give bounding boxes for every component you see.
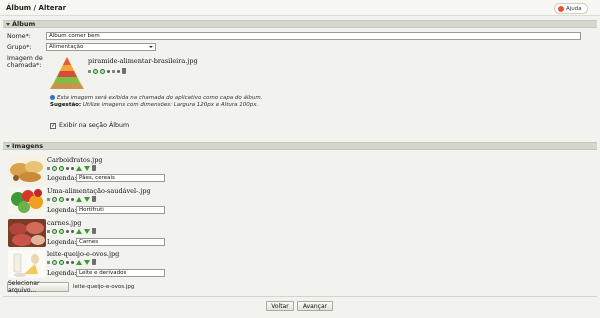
zoom-icon[interactable] — [71, 166, 74, 170]
image-label-line2: chamada*: — [7, 62, 42, 69]
image-actions-1 — [47, 165, 96, 171]
move-down-icon[interactable] — [84, 259, 90, 265]
zoom-icon[interactable] — [71, 197, 74, 201]
cover-image-filename: piramide-alimentar-brasileira.jpg — [88, 57, 198, 65]
rotate-right-icon[interactable] — [59, 228, 64, 234]
caption-label: Legenda: — [47, 207, 77, 214]
images-section-header[interactable]: Imagens — [3, 142, 597, 150]
show-in-section-label: Exibir na seção Álbum — [59, 122, 130, 129]
image-actions-2 — [47, 196, 96, 202]
footer-divider — [3, 296, 597, 297]
next-button[interactable]: Avançar — [297, 301, 333, 311]
crop-icon[interactable] — [66, 229, 69, 233]
move-up-icon[interactable] — [76, 259, 82, 265]
zoom-icon[interactable] — [112, 69, 115, 73]
edit-icon[interactable] — [47, 260, 50, 264]
trash-icon[interactable] — [92, 259, 96, 265]
caption-label: Legenda: — [47, 270, 77, 277]
select-file-button[interactable]: Selecionar arquivo... — [7, 280, 69, 294]
cover-image-info: Esta imagem será exibida na chamada do a… — [50, 95, 263, 109]
image-thumbnail-4 — [8, 250, 46, 278]
image-actions-3 — [47, 228, 96, 234]
group-select-value: Alimentação — [49, 44, 84, 50]
resize-icon[interactable] — [117, 69, 120, 73]
cover-image-actions — [88, 68, 126, 74]
rotate-left-icon[interactable] — [93, 68, 98, 74]
trash-icon[interactable] — [92, 228, 96, 234]
image-filename-4: leite-queijo-e-ovos.jpg — [47, 250, 120, 258]
edit-icon[interactable] — [47, 229, 50, 233]
page-title: Álbum / Alterar — [6, 4, 67, 12]
rotate-left-icon[interactable] — [52, 228, 57, 234]
help-icon — [558, 5, 564, 12]
show-in-section-checkbox[interactable]: ✓ — [50, 123, 56, 129]
rotate-left-icon[interactable] — [52, 165, 57, 171]
crop-icon[interactable] — [66, 260, 69, 264]
help-button[interactable]: Ajuda — [554, 3, 588, 14]
trash-icon[interactable] — [92, 165, 96, 171]
hint-text: Utilize imagens com dimensões: Largura 1… — [81, 102, 259, 108]
caption-input-3[interactable]: Carnes — [76, 238, 165, 246]
caption-input-1[interactable]: Pães, cereais — [76, 174, 165, 182]
edit-icon[interactable] — [47, 197, 50, 201]
image-thumbnail-3 — [8, 219, 46, 247]
image-thumbnail-2 — [8, 187, 46, 215]
rotate-right-icon[interactable] — [100, 68, 105, 74]
rotate-left-icon[interactable] — [52, 196, 57, 202]
group-label: Grupo*: — [7, 44, 32, 51]
image-filename-2: Uma-alimentação-saudável-.jpg — [47, 187, 151, 195]
move-up-icon[interactable] — [76, 228, 82, 234]
edit-icon[interactable] — [47, 166, 50, 170]
zoom-icon[interactable] — [71, 260, 74, 264]
info-icon — [50, 95, 55, 100]
zoom-icon[interactable] — [71, 229, 74, 233]
move-up-icon[interactable] — [76, 196, 82, 202]
rotate-right-icon[interactable] — [59, 259, 64, 265]
hint-label: Sugestão: — [50, 102, 82, 108]
move-down-icon[interactable] — [84, 228, 90, 234]
trash-icon[interactable] — [92, 196, 96, 202]
crop-icon[interactable] — [107, 69, 110, 73]
chevron-down-icon — [149, 46, 153, 48]
cover-image-thumbnail — [50, 57, 84, 89]
album-section-header[interactable]: Álbum — [3, 20, 597, 28]
selected-file-name: leite-queijo-e-ovos.jpg — [73, 284, 135, 290]
image-thumbnail-1 — [8, 156, 46, 184]
rotate-right-icon[interactable] — [59, 165, 64, 171]
move-up-icon[interactable] — [76, 165, 82, 171]
name-label: Nome*: — [7, 33, 31, 40]
help-label: Ajuda — [566, 5, 582, 12]
album-section-title: Álbum — [12, 20, 36, 28]
collapse-icon — [6, 144, 10, 148]
image-actions-4 — [47, 259, 96, 265]
crop-icon[interactable] — [66, 166, 69, 170]
caption-label: Legenda: — [47, 239, 77, 246]
info-text: Esta imagem será exibida na chamada do a… — [57, 95, 263, 101]
name-input[interactable]: Álbum comer bem — [46, 32, 581, 40]
rotate-right-icon[interactable] — [59, 196, 64, 202]
collapse-icon — [6, 22, 10, 26]
move-down-icon[interactable] — [84, 165, 90, 171]
rotate-left-icon[interactable] — [52, 259, 57, 265]
edit-icon[interactable] — [88, 69, 91, 73]
crop-icon[interactable] — [66, 197, 69, 201]
caption-label: Legenda: — [47, 175, 77, 182]
images-section-title: Imagens — [12, 142, 44, 150]
back-button[interactable]: Voltar — [266, 301, 294, 311]
image-filename-3: carnes.jpg — [47, 219, 82, 227]
image-filename-1: Carboidratos.jpg — [47, 156, 103, 164]
caption-input-4[interactable]: Leite e derivados — [76, 269, 165, 277]
title-bar: Álbum / Alterar Ajuda — [0, 0, 600, 16]
trash-icon[interactable] — [122, 68, 126, 74]
move-down-icon[interactable] — [84, 196, 90, 202]
group-select[interactable]: Alimentação — [46, 43, 156, 51]
caption-input-2[interactable]: Hortifruti — [76, 206, 165, 214]
